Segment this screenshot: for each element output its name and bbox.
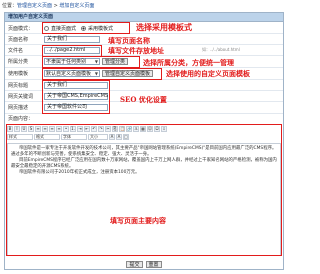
annotation-file-address: 填写文件存放地址 bbox=[108, 46, 164, 55]
breadcrumb-current[interactable]: 增加自定义页面 bbox=[59, 3, 94, 9]
annotation-template: 选择使用的自定义页面模板 bbox=[166, 69, 250, 78]
keywords-label: 网页关键词 bbox=[8, 93, 34, 100]
page-name-label: 页面名称 bbox=[8, 36, 29, 43]
breadcrumb-link[interactable]: 管理自定义页面 bbox=[17, 3, 52, 9]
highlight-category bbox=[42, 56, 140, 68]
content-label: 页面内容： bbox=[8, 116, 34, 122]
submit-button[interactable]: 提交 bbox=[126, 261, 143, 268]
annotation-seo: SEO 优化设置 bbox=[120, 95, 167, 104]
highlight-page-mode bbox=[42, 22, 130, 34]
annotation-category: 选择所属分类，方便统一管理 bbox=[143, 58, 234, 67]
template-label: 使用模板 bbox=[8, 71, 29, 77]
file-name-hint: 如：../../about.html bbox=[202, 47, 240, 52]
form-footer: 提交 重置 bbox=[5, 259, 283, 270]
annotation-content: 填写页面主要内容 bbox=[110, 216, 166, 225]
breadcrumb-prefix: 位置： bbox=[2, 3, 18, 9]
annotation-page-name: 填写页面名称 bbox=[108, 36, 150, 45]
highlight-seo bbox=[42, 80, 110, 114]
highlight-template bbox=[42, 68, 162, 80]
file-name-label: 文件名 bbox=[8, 47, 24, 54]
row-content-label: 页面内容： bbox=[5, 114, 283, 123]
page-name-input[interactable]: 关于我们 bbox=[44, 35, 100, 43]
page-title-label: 网页标题 bbox=[8, 82, 29, 89]
description-label: 网页描述 bbox=[8, 105, 29, 111]
page-mode-label: 页面模式： bbox=[8, 25, 34, 32]
reset-button[interactable]: 重置 bbox=[145, 261, 162, 268]
category-label: 所属分类 bbox=[8, 59, 29, 65]
breadcrumb: 位置：管理自定义页面 > 增加自定义页面 bbox=[2, 2, 94, 10]
highlight-content bbox=[6, 124, 282, 256]
panel-title: 增加用户自定义页面 bbox=[5, 13, 283, 22]
annotation-use-template: 选择采用模板式 bbox=[136, 22, 192, 32]
